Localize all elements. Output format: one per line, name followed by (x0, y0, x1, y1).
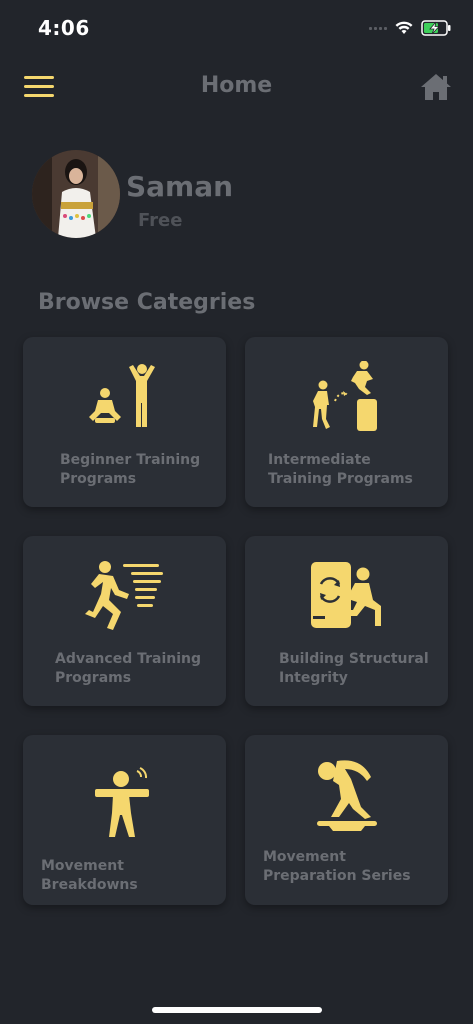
top-bar: Home (0, 66, 473, 110)
signal-icon (369, 26, 387, 30)
stretching-figure-icon (316, 760, 377, 831)
avatar[interactable] (32, 150, 120, 238)
lunge-figure-icon (310, 562, 381, 628)
jumping-figure-icon (312, 361, 377, 431)
page-title: Home (200, 73, 273, 98)
home-indicator[interactable] (152, 1007, 322, 1013)
category-label: Advanced Training Programs (55, 651, 202, 686)
user-profile: Saman Free (32, 150, 452, 240)
category-card-intermediate[interactable]: Intermediate Training Programs (245, 337, 448, 507)
wifi-icon (395, 21, 413, 34)
category-card-preparation[interactable]: Movement Preparation Series (245, 735, 448, 905)
home-icon[interactable] (419, 71, 453, 103)
standing-figure-icon (94, 767, 149, 837)
running-figure-icon (84, 561, 163, 630)
category-card-structural[interactable]: Building Structural Integrity (245, 536, 448, 706)
profile-name: Saman (126, 170, 234, 203)
category-card-beginner[interactable]: Beginner Training Programs (23, 337, 226, 507)
section-title: Browse Categries (38, 290, 256, 315)
category-card-breakdowns[interactable]: Movement Breakdowns (23, 735, 226, 905)
category-label: Movement Breakdowns (41, 858, 138, 893)
category-label: Building Structural Integrity (279, 651, 429, 686)
category-label: Intermediate Training Programs (268, 452, 413, 487)
battery-charging-icon (421, 20, 451, 36)
category-label: Beginner Training Programs (60, 452, 201, 487)
status-bar: 4:06 (0, 0, 473, 58)
status-icons (369, 20, 451, 36)
profile-plan: Free (138, 210, 183, 231)
category-card-advanced[interactable]: Advanced Training Programs (23, 536, 226, 706)
category-label: Movement Preparation Series (263, 849, 411, 884)
beginner-figures-icon (88, 364, 155, 427)
status-time: 4:06 (38, 16, 90, 40)
